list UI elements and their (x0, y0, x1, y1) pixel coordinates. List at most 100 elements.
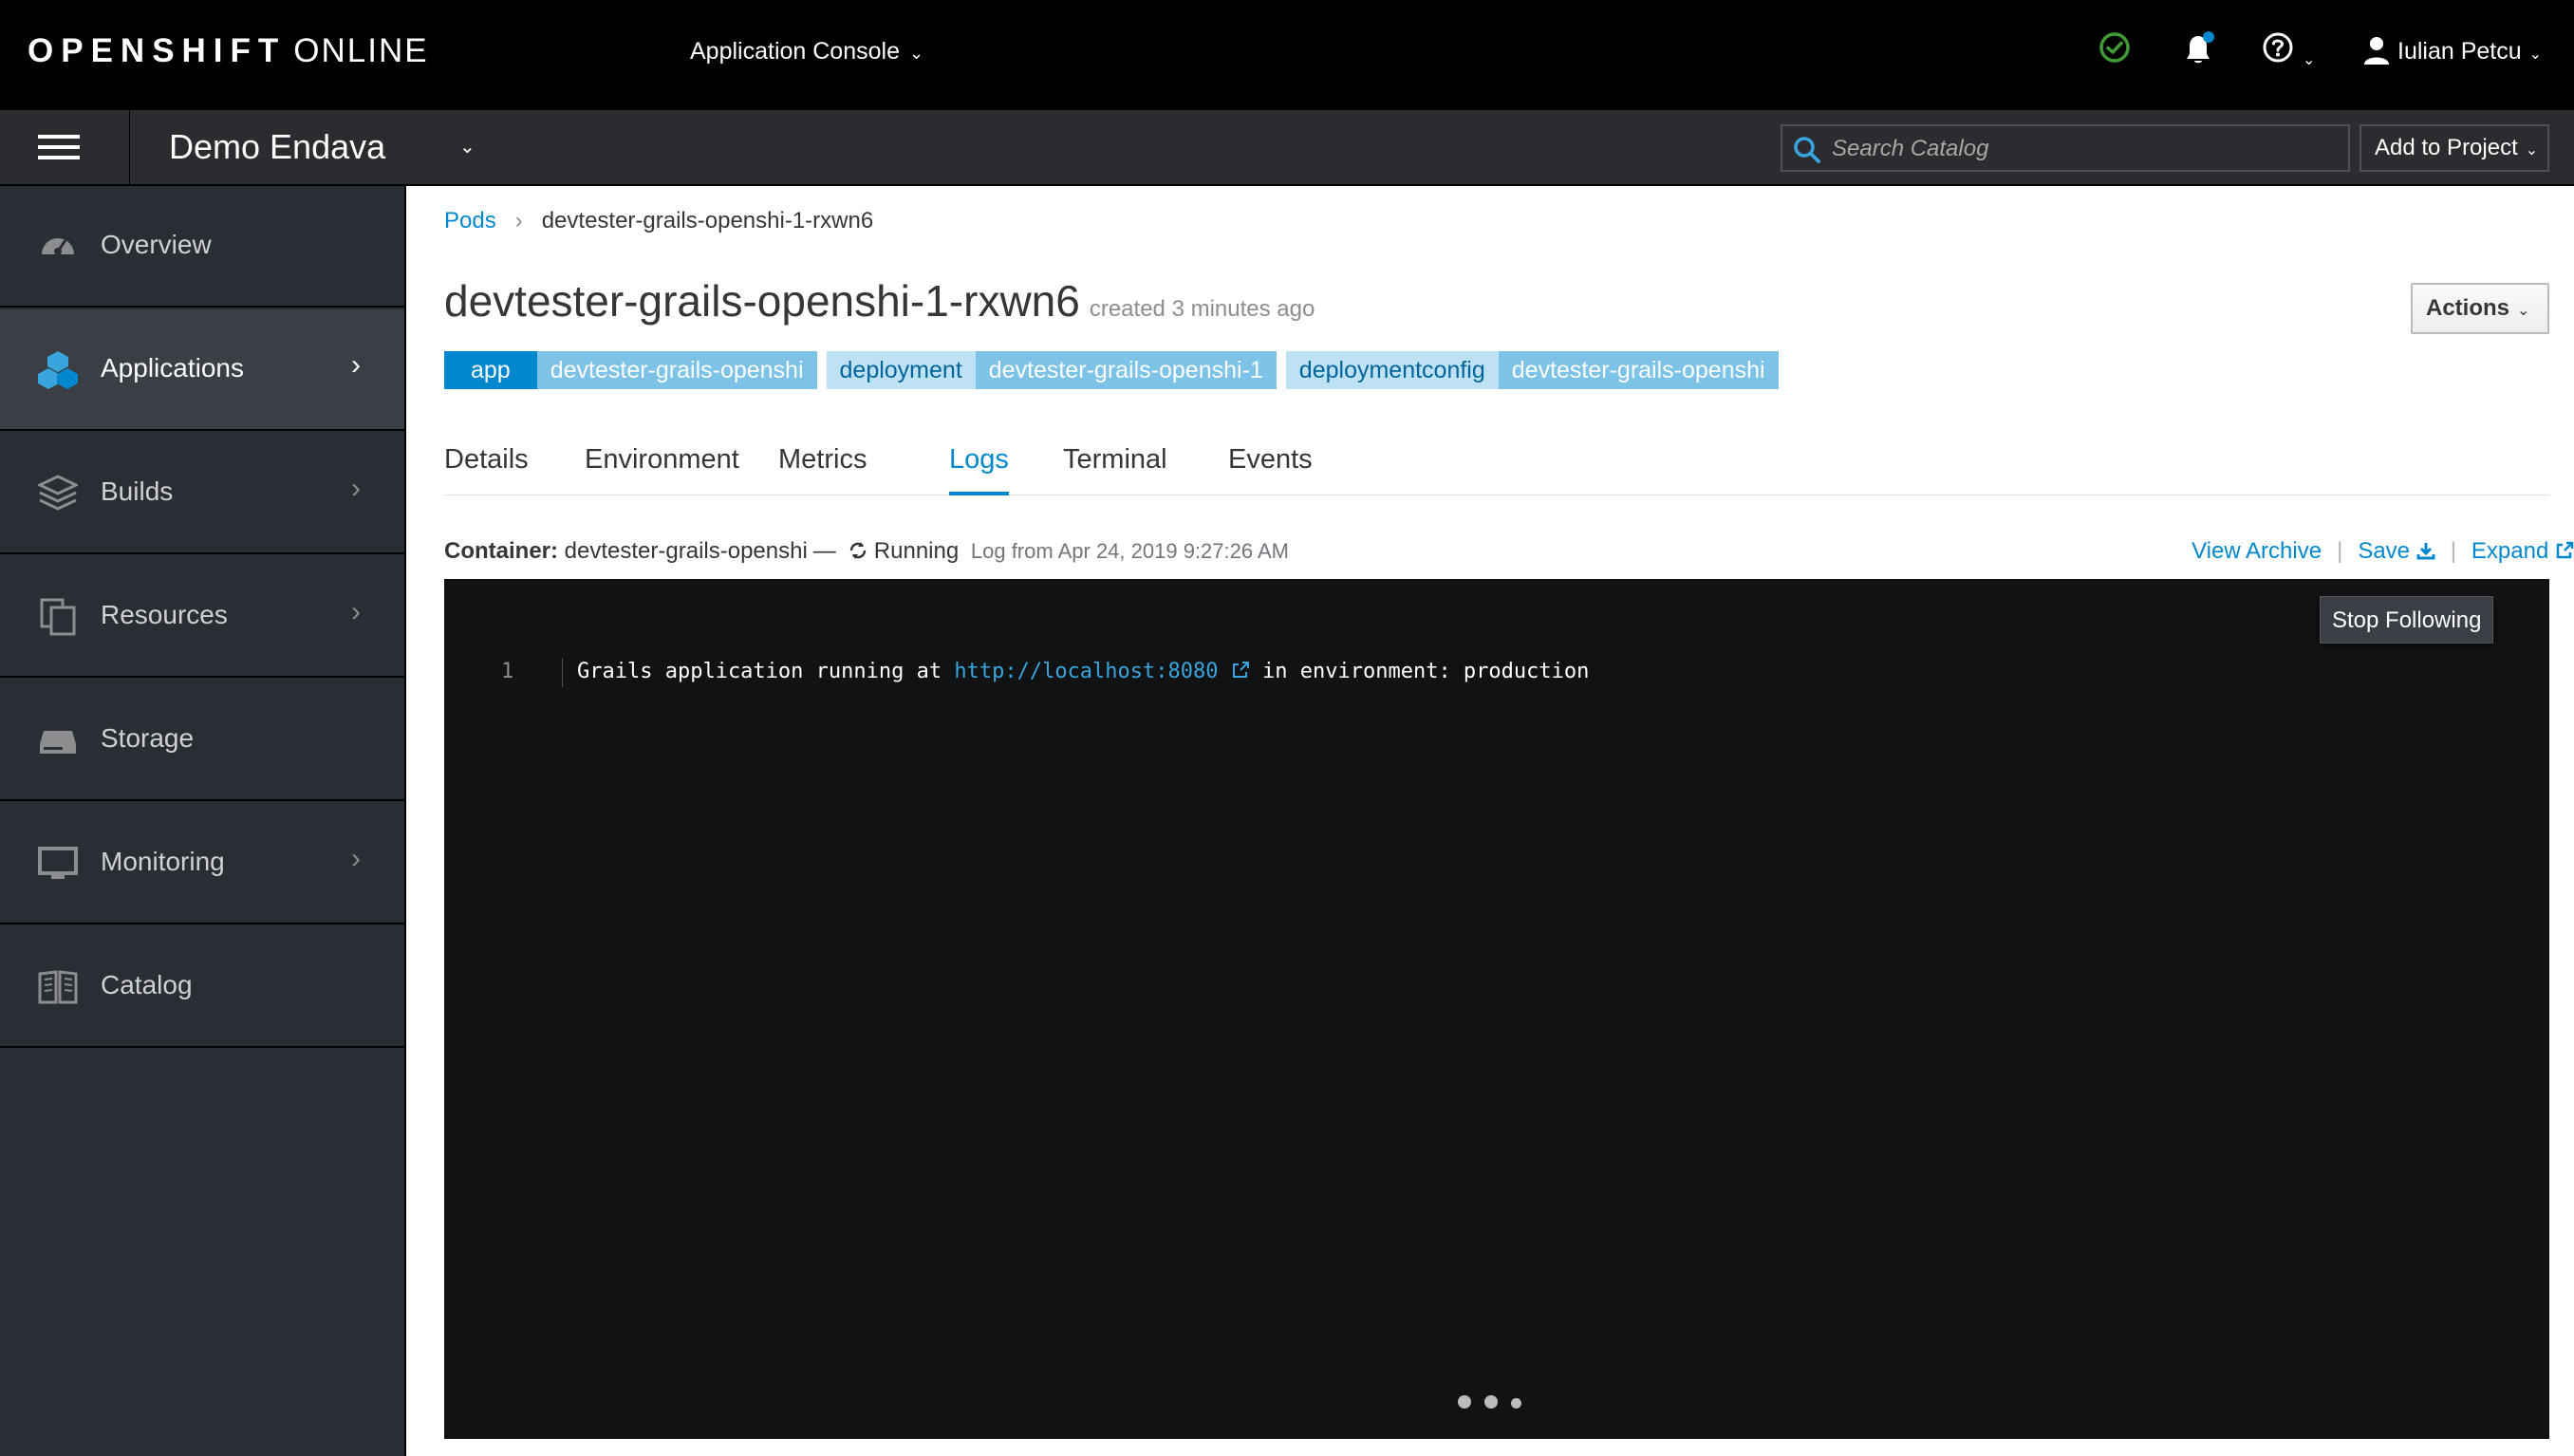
actions-dropdown-button[interactable]: Actions ⌄ (2411, 283, 2549, 334)
tab-metrics[interactable]: Metrics (778, 440, 867, 478)
breadcrumb: Pods › devtester-grails-openshi-1-rxwn6 (444, 207, 873, 235)
label-key[interactable]: app (444, 351, 537, 389)
log-line-text: Grails application running at http://loc… (577, 655, 1589, 689)
label-app[interactable]: app devtester-grails-openshi (444, 351, 817, 389)
log-actions: View Archive | Save | Expand (2156, 537, 2574, 566)
console-switcher[interactable]: Application Console ⌄ (690, 36, 923, 68)
help-menu[interactable]: ⌄ (2261, 30, 2315, 72)
chevron-down-icon[interactable]: ⌄ (459, 135, 476, 159)
chevron-right-icon: › (351, 473, 361, 504)
main-content: Pods › devtester-grails-openshi-1-rxwn6 de… (408, 186, 2574, 1456)
storage-drive-icon (40, 731, 76, 754)
sidebar-item-label: Applications (101, 353, 244, 383)
chevron-down-icon: ⌄ (2517, 303, 2530, 319)
sidebar-item-builds[interactable]: Builds › (0, 433, 404, 554)
loading-dots-icon (1458, 1395, 1535, 1413)
log-text-before: Grails application running at (577, 660, 955, 683)
stop-following-button[interactable]: Stop Following (2320, 596, 2494, 644)
search-icon (1794, 137, 1820, 163)
hamburger-menu-icon[interactable] (0, 110, 130, 184)
chevron-down-icon: ⌄ (2525, 142, 2539, 159)
sidebar-item-label: Overview (101, 230, 212, 259)
search-catalog-box[interactable] (1781, 124, 2350, 172)
sidebar-item-catalog[interactable]: Catalog (0, 926, 404, 1048)
sidebar-item-resources[interactable]: Resources › (0, 556, 404, 678)
chevron-down-icon: ⌄ (2528, 47, 2543, 63)
breadcrumb-current: devtester-grails-openshi-1-rxwn6 (541, 208, 874, 233)
dashboard-icon (42, 238, 74, 255)
chevron-right-icon: › (514, 208, 523, 233)
sidebar-item-label: Builds (101, 476, 174, 506)
sidebar-item-storage[interactable]: Storage (0, 680, 404, 801)
label-key[interactable]: deployment (826, 351, 976, 389)
project-bar: Demo Endava ⌄ Add to Project ⌄ (0, 110, 2574, 186)
line-divider (562, 659, 563, 687)
sidebar-nav: Overview Applications › Builds › Resourc… (0, 186, 406, 1456)
tab-details[interactable]: Details (444, 440, 529, 478)
search-catalog-input[interactable] (1832, 132, 2335, 166)
label-key[interactable]: deploymentconfig (1285, 351, 1499, 389)
masthead: OPENSHIFT ONLINE Application Console ⌄ ⌄ I… (0, 0, 2574, 110)
label-value[interactable]: devtester-grails-openshi-1 (975, 351, 1277, 389)
user-menu[interactable]: Iulian Petcu ⌄ (2363, 32, 2542, 74)
tab-events[interactable]: Events (1228, 440, 1313, 478)
tab-environment[interactable]: Environment (585, 440, 739, 478)
project-selector[interactable]: Demo Endava (169, 127, 385, 167)
cubes-icon (38, 351, 78, 389)
created-timestamp: created 3 minutes ago (1089, 296, 1315, 322)
label-value[interactable]: devtester-grails-openshi (1498, 351, 1779, 389)
container-status: Running (873, 538, 960, 564)
user-icon (2364, 37, 2389, 65)
expand-label: Expand (2471, 538, 2549, 564)
brand-bold: OPENSHIFT (28, 32, 287, 69)
expand-log-link[interactable]: Expand (2471, 538, 2574, 564)
brand-light: ONLINE (293, 32, 429, 69)
tab-terminal[interactable]: Terminal (1063, 440, 1167, 478)
log-container-info: Container: devtester-grails-openshi — Runn… (444, 537, 1289, 566)
book-icon (38, 970, 78, 1004)
log-localhost-link[interactable]: http://localhost:8080 (954, 660, 1249, 683)
add-to-project-label: Add to Project (2375, 135, 2518, 160)
refresh-spinner-icon (849, 542, 867, 559)
label-deployment[interactable]: deployment devtester-grails-openshi-1 (826, 351, 1277, 389)
download-icon (2416, 543, 2435, 560)
pod-tabs: Details Environment Metrics Logs Termina… (444, 440, 2549, 495)
chevron-down-icon: ⌄ (2303, 52, 2316, 68)
log-viewer[interactable]: Stop Following 1 Grails application runn… (444, 579, 2549, 1439)
files-icon (40, 598, 76, 636)
status-ok-icon[interactable] (2098, 30, 2132, 72)
tab-logs[interactable]: Logs (949, 440, 1009, 495)
sidebar-item-applications[interactable]: Applications › (0, 309, 404, 431)
add-to-project-button[interactable]: Add to Project ⌄ (2360, 124, 2549, 172)
chevron-right-icon: › (351, 596, 361, 627)
sidebar-item-label: Resources (101, 600, 228, 629)
chevron-down-icon: ⌄ (908, 44, 924, 63)
sidebar-item-overview[interactable]: Overview (0, 186, 404, 308)
log-from-timestamp: Log from Apr 24, 2019 9:27:26 AM (970, 539, 1289, 563)
sidebar-item-label: Storage (101, 723, 195, 753)
line-number: 1 (501, 660, 514, 683)
container-label: Container: (444, 538, 558, 564)
pod-name-heading: devtester-grails-openshi-1-rxwn6 (444, 276, 1080, 326)
sidebar-item-label: Monitoring (101, 847, 225, 876)
actions-label: Actions (2426, 295, 2510, 321)
save-label: Save (2358, 538, 2411, 564)
notifications-bell-icon[interactable] (2179, 30, 2217, 72)
sidebar-item-monitoring[interactable]: Monitoring › (0, 803, 404, 924)
brand-logo[interactable]: OPENSHIFT ONLINE (28, 32, 429, 70)
log-link-text: http://localhost:8080 (954, 660, 1219, 683)
user-name: Iulian Petcu (2397, 38, 2522, 65)
monitor-icon (38, 847, 78, 879)
help-question-icon (2263, 32, 2293, 63)
chevron-right-icon: › (351, 843, 361, 874)
breadcrumb-pods-link[interactable]: Pods (444, 208, 496, 233)
label-deploymentconfig[interactable]: deploymentconfig devtester-grails-openshi (1285, 351, 1779, 389)
save-log-link[interactable]: Save (2358, 538, 2435, 564)
external-link-icon (2556, 541, 2574, 559)
view-archive-link[interactable]: View Archive (2192, 538, 2322, 564)
pod-labels: app devtester-grails-openshi deployment dev… (444, 351, 1788, 389)
external-link-icon (1232, 662, 1249, 678)
page-title: devtester-grails-openshi-1-rxwn6 created … (444, 275, 1315, 327)
label-value[interactable]: devtester-grails-openshi (536, 351, 817, 389)
container-name: devtester-grails-openshi (564, 538, 808, 564)
